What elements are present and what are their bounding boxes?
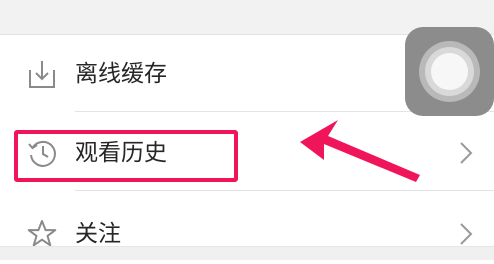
assistive-touch-ring xyxy=(425,47,474,96)
assistive-touch-center xyxy=(431,53,468,90)
divider xyxy=(75,190,494,191)
menu-item-label: 观看历史 xyxy=(75,140,167,166)
download-icon xyxy=(29,61,55,88)
history-clock-icon xyxy=(28,140,56,167)
menu-item-watch-history[interactable]: 观看历史 xyxy=(0,123,494,183)
bottom-separator-strip xyxy=(0,246,494,260)
menu-item-label: 离线缓存 xyxy=(75,61,167,87)
assistive-touch-button[interactable] xyxy=(405,27,494,116)
chevron-right-icon xyxy=(460,223,473,245)
assistive-touch-ring xyxy=(419,41,480,102)
chevron-right-icon xyxy=(460,142,473,164)
